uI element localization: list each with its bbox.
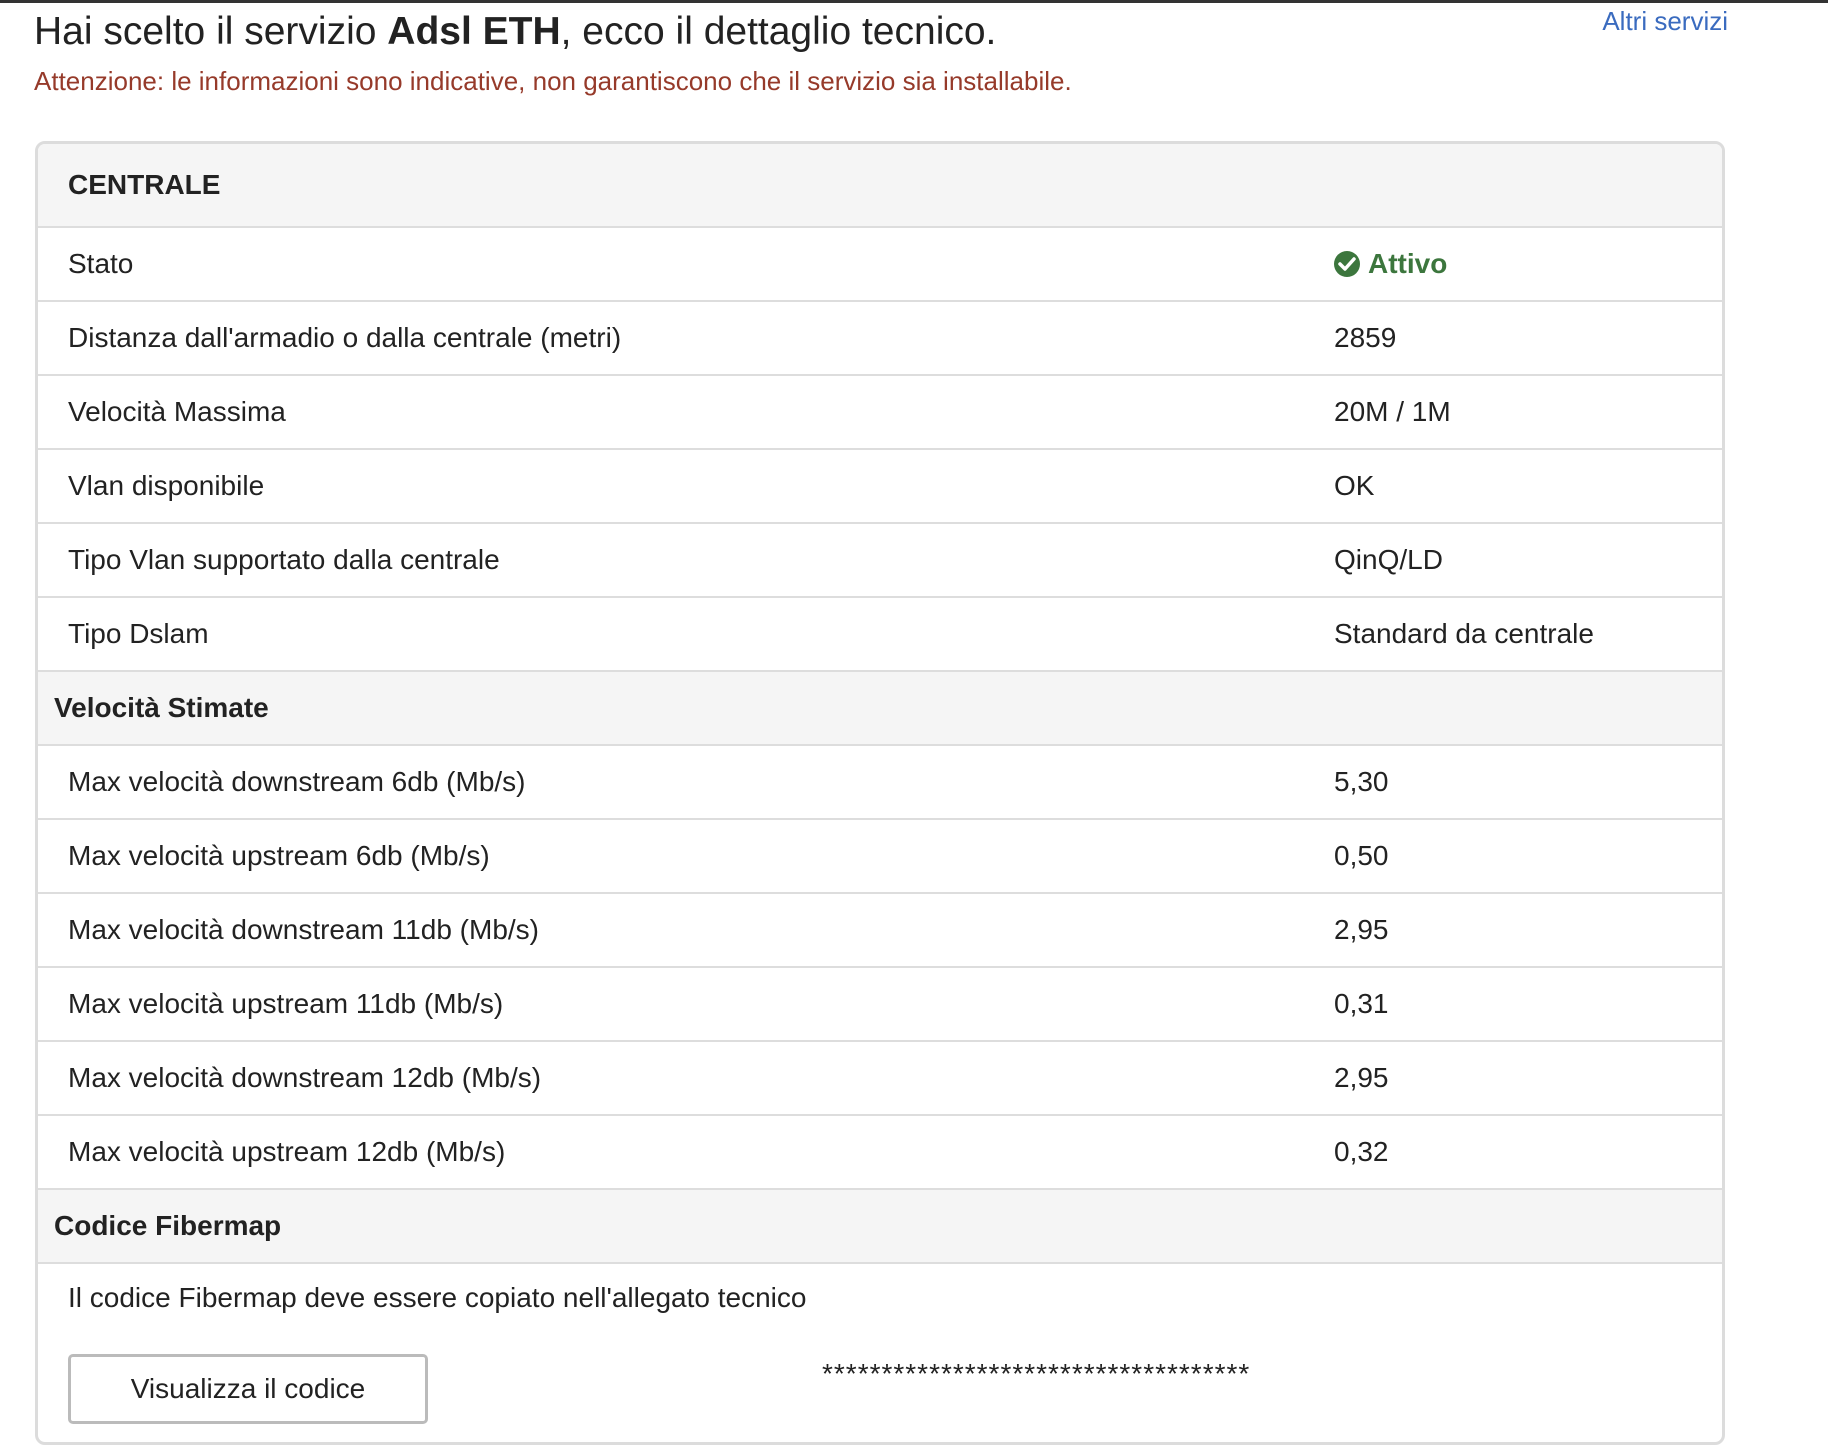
row-label: Velocità Massima [68,396,286,427]
section-header-codice-fibermap: Codice Fibermap [38,1190,1722,1264]
page: Hai scelto il servizio Adsl ETH, ecco il… [0,0,1828,1456]
table-row-up-11db: Max velocità upstream 11db (Mb/s) 0,31 [38,968,1722,1042]
section-title: Velocità Stimate [54,692,269,723]
row-value: Standard da centrale [1334,618,1594,649]
row-value: 0,31 [1334,988,1389,1019]
row-label: Max velocità downstream 11db (Mb/s) [68,914,539,945]
other-services-link[interactable]: Altri servizi [1602,6,1728,37]
fibermap-content: Il codice Fibermap deve essere copiato n… [38,1264,1722,1442]
status-value: Attivo [1368,248,1448,279]
title-prefix: Hai scelto il servizio [34,10,388,53]
row-value: 5,30 [1334,766,1389,797]
table-row-tipo-dslam: Tipo Dslam Standard da centrale [38,598,1722,672]
row-value: 2,95 [1334,914,1389,945]
row-label: Vlan disponibile [68,470,265,501]
warning-message: Attenzione: le informazioni sono indicat… [34,66,1072,96]
top-divider [0,0,1828,3]
row-value: OK [1334,470,1375,501]
row-label: Tipo Dslam [68,618,209,649]
panel-title: CENTRALE [68,169,221,200]
row-label: Max velocità downstream 6db (Mb/s) [68,766,526,797]
row-value: 0,32 [1334,1136,1389,1167]
table-row-vlan-disponibile: Vlan disponibile OK [38,450,1722,524]
table-row-up-6db: Max velocità upstream 6db (Mb/s) 0,50 [38,820,1722,894]
row-value: 0,50 [1334,840,1389,871]
table-row-down-6db: Max velocità downstream 6db (Mb/s) 5,30 [38,746,1722,820]
section-header-velocita-stimate: Velocità Stimate [38,672,1722,746]
row-label: Stato [68,248,134,279]
title-suffix: , ecco il dettaglio tecnico. [560,10,997,53]
table-row-stato: Stato Attivo [38,228,1722,302]
page-title: Hai scelto il servizio Adsl ETH, ecco il… [34,8,996,56]
table-row-down-12db: Max velocità downstream 12db (Mb/s) 2,95 [38,1042,1722,1116]
row-label: Max velocità upstream 12db (Mb/s) [68,1136,506,1167]
row-label: Max velocità upstream 6db (Mb/s) [68,840,490,871]
row-label: Tipo Vlan supportato dalla centrale [68,544,500,575]
section-title: Codice Fibermap [54,1210,282,1241]
status-badge: Attivo [1334,248,1447,280]
masked-fibermap-code: ************************************ [822,1358,1251,1389]
fibermap-note: Il codice Fibermap deve essere copiato n… [68,1282,807,1313]
row-value: 20M / 1M [1334,396,1451,427]
row-label: Max velocità downstream 12db (Mb/s) [68,1062,542,1093]
row-label: Max velocità upstream 11db (Mb/s) [68,988,504,1019]
table-row-tipo-vlan: Tipo Vlan supportato dalla centrale QinQ… [38,524,1722,598]
row-value: 2,95 [1334,1062,1389,1093]
table-row-velocita-massima: Velocità Massima 20M / 1M [38,376,1722,450]
panel-header: CENTRALE [38,144,1722,228]
row-label: Distanza dall'armadio o dalla centrale (… [68,322,622,353]
show-code-button[interactable]: Visualizza il codice [68,1354,428,1424]
table-row-up-12db: Max velocità upstream 12db (Mb/s) 0,32 [38,1116,1722,1190]
check-circle-icon [1334,251,1360,277]
row-value: 2859 [1334,322,1397,353]
table-row-down-11db: Max velocità downstream 11db (Mb/s) 2,95 [38,894,1722,968]
row-value: QinQ/LD [1334,544,1443,575]
service-name: Adsl ETH [387,10,561,53]
table-row-distanza: Distanza dall'armadio o dalla centrale (… [38,302,1722,376]
details-panel: CENTRALE Stato Attivo Distanza dall'arma… [35,141,1725,1445]
